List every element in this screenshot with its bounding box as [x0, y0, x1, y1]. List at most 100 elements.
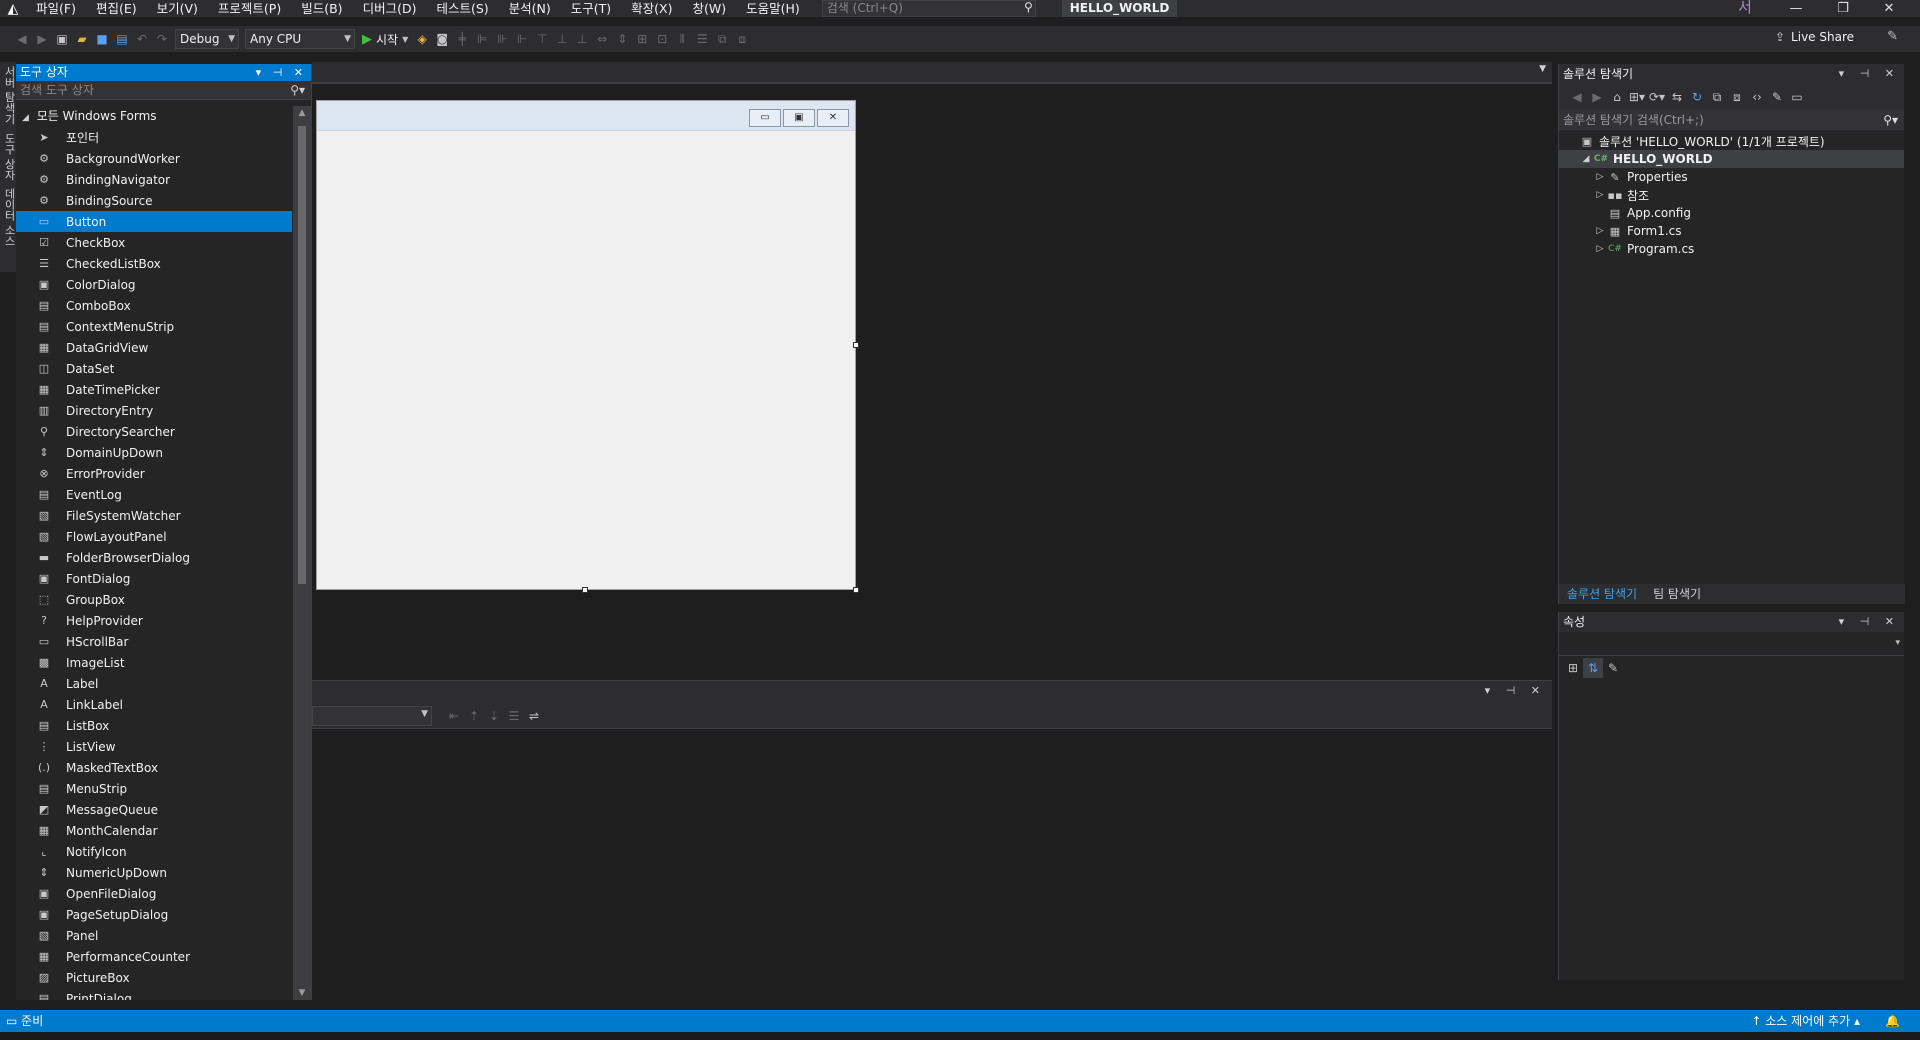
align-centers-icon[interactable]: ⊪: [492, 29, 512, 49]
redo-icon[interactable]: ↷: [152, 29, 172, 49]
expand-arrow-icon[interactable]: ◢: [1579, 154, 1593, 164]
toolbox-item[interactable]: ▭ HScrollBar: [16, 631, 292, 652]
home-icon[interactable]: ⌂: [1607, 87, 1627, 107]
toolbox-group[interactable]: ◢ 모든 Windows Forms: [16, 106, 292, 127]
close-button[interactable]: ✕: [1868, 0, 1910, 17]
toolbox-search-input[interactable]: 검색 도구 상자 ⚲▾: [16, 81, 311, 100]
horizontal-spacing-icon[interactable]: ⫴: [672, 29, 692, 49]
tree-item[interactable]: ▷ ▪▪ 참조: [1559, 186, 1904, 204]
toolbox-item[interactable]: ▣ FontDialog: [16, 568, 292, 589]
save-icon[interactable]: ■: [92, 29, 112, 49]
feedback-icon[interactable]: ✎: [1887, 29, 1898, 44]
save-all-icon[interactable]: ▤: [112, 29, 132, 49]
send-to-back-icon[interactable]: ⧈: [732, 29, 752, 49]
toolbox-item[interactable]: ⚲ DirectorySearcher: [16, 421, 292, 442]
toolbox-item[interactable]: ▤ MenuStrip: [16, 778, 292, 799]
menu-item[interactable]: 프로젝트(P): [208, 0, 291, 17]
toolbox-item[interactable]: ▧ FlowLayoutPanel: [16, 526, 292, 547]
switch-views-icon[interactable]: ⊞▾: [1627, 87, 1647, 107]
resize-handle-corner[interactable]: [853, 587, 859, 593]
alphabetical-icon[interactable]: ⇅: [1583, 658, 1603, 678]
toolbox-item[interactable]: ⚙ BindingNavigator: [16, 169, 292, 190]
new-project-icon[interactable]: ▣: [52, 29, 72, 49]
menu-item[interactable]: 편집(E): [86, 0, 147, 17]
align-bottoms-icon[interactable]: ⊥: [572, 29, 592, 49]
back-icon[interactable]: ◀: [12, 29, 32, 49]
toolbox-item[interactable]: ⇕ DomainUpDown: [16, 442, 292, 463]
properties-wrench-icon[interactable]: ✎: [1767, 87, 1787, 107]
tree-item[interactable]: ▤ App.config: [1559, 204, 1904, 222]
categorized-icon[interactable]: ⊞: [1563, 658, 1583, 678]
output-text-area[interactable]: [312, 729, 1552, 979]
toolbox-item[interactable]: ⇕ NumericUpDown: [16, 862, 292, 883]
menu-item[interactable]: 파일(F): [26, 0, 86, 17]
menu-item[interactable]: 빌드(B): [291, 0, 352, 17]
toolbox-item[interactable]: (.) MaskedTextBox: [16, 757, 292, 778]
collapse-all-icon[interactable]: ⧉: [1707, 87, 1727, 107]
toolbox-item[interactable]: ▤ ListBox: [16, 715, 292, 736]
scroll-down-icon[interactable]: ▼: [293, 988, 311, 998]
back-icon[interactable]: ◀: [1567, 87, 1587, 107]
toolbox-item[interactable]: ▣ PageSetupDialog: [16, 904, 292, 925]
toolbox-item[interactable]: ▭ Button: [16, 211, 292, 232]
platform-select[interactable]: Any CPU ▼: [245, 29, 355, 49]
expand-arrow-icon[interactable]: ▷: [1593, 226, 1607, 236]
align-middles-icon[interactable]: ⊥: [552, 29, 572, 49]
toolbox-item[interactable]: ▤ PrintDialog: [16, 988, 292, 1001]
pane-options-icons[interactable]: ▾ ⊣ ✕: [1839, 64, 1900, 84]
tree-item[interactable]: ▷ C# Program.cs: [1559, 240, 1904, 258]
scrollbar-thumb[interactable]: [298, 126, 306, 584]
screenshot-icon[interactable]: ◙: [432, 29, 452, 49]
toolbox-item[interactable]: ▤ EventLog: [16, 484, 292, 505]
align-grid-icon[interactable]: ╪: [452, 29, 472, 49]
toolbox-item[interactable]: ⌞ NotifyIcon: [16, 841, 292, 862]
quick-search-input[interactable]: 검색 (Ctrl+Q) ⚲: [821, 0, 1036, 17]
menu-item[interactable]: 창(W): [682, 0, 736, 17]
forward-icon[interactable]: ▶: [1587, 87, 1607, 107]
scroll-up-icon[interactable]: ▲: [293, 108, 311, 118]
toolbox-item[interactable]: ▧ FileSystemWatcher: [16, 505, 292, 526]
add-to-source-control-button[interactable]: ↑ 소스 제어에 추가 ▴: [1751, 1010, 1860, 1032]
forward-icon[interactable]: ▶: [32, 29, 52, 49]
toolbox-item[interactable]: ▣ ColorDialog: [16, 274, 292, 295]
menu-item[interactable]: 확장(X): [621, 0, 682, 17]
toolbox-item[interactable]: ▤ ContextMenuStrip: [16, 316, 292, 337]
properties-object-select[interactable]: ▾: [1559, 632, 1904, 656]
menu-item[interactable]: 도구(T): [561, 0, 621, 17]
toolbox-item[interactable]: ⋮ ListView: [16, 736, 292, 757]
make-same-height-icon[interactable]: ⇕: [612, 29, 632, 49]
make-same-size-icon[interactable]: ⊞: [632, 29, 652, 49]
refresh-icon[interactable]: ↻: [1687, 87, 1707, 107]
toolbox-item[interactable]: ⚙ BackgroundWorker: [16, 148, 292, 169]
expand-arrow-icon[interactable]: ▷: [1593, 190, 1607, 200]
tab-solution-explorer[interactable]: 솔루션 탐색기: [1559, 584, 1645, 604]
solution-explorer-search-input[interactable]: 솔루션 탐색기 검색(Ctrl+;) ⚲▾: [1559, 110, 1904, 130]
tree-item[interactable]: ▣ 솔루션 'HELLO_WORLD' (1/1개 프로젝트): [1559, 132, 1904, 150]
configuration-select[interactable]: Debug ▼: [175, 29, 239, 49]
toolbox-item[interactable]: ▧ Panel: [16, 925, 292, 946]
start-debugging-button[interactable]: ▶ 시작 ▼: [362, 31, 408, 48]
vertical-spacing-icon[interactable]: ☰: [692, 29, 712, 49]
sync-active-document-icon[interactable]: ⇆: [1667, 87, 1687, 107]
expand-arrow-icon[interactable]: ▷: [1593, 172, 1607, 182]
tree-item[interactable]: ▷ ✎ Properties: [1559, 168, 1904, 186]
toolbox-item[interactable]: ▤ ComboBox: [16, 295, 292, 316]
toolbox-item[interactable]: ☰ CheckedListBox: [16, 253, 292, 274]
toolbox-item[interactable]: ▦ MonthCalendar: [16, 820, 292, 841]
toolbox-item[interactable]: ▣ OpenFileDialog: [16, 883, 292, 904]
align-rights-icon[interactable]: ⊩: [512, 29, 532, 49]
find-message-icon[interactable]: ⇤: [444, 706, 464, 726]
form-designer-surface[interactable]: ▭ ▣ ✕: [312, 84, 1552, 674]
toolbox-item[interactable]: ◩ MessageQueue: [16, 799, 292, 820]
pane-options-icons[interactable]: ▾ ⊣ ✕: [1839, 612, 1900, 632]
menu-item[interactable]: 테스트(S): [426, 0, 498, 17]
toolbox-item[interactable]: ⊗ ErrorProvider: [16, 463, 292, 484]
tab-team-explorer[interactable]: 팀 탐색기: [1645, 584, 1709, 604]
toolbox-item[interactable]: ▬ FolderBrowserDialog: [16, 547, 292, 568]
clear-all-icon[interactable]: ☰: [504, 706, 524, 726]
toolbox-item[interactable]: ▥ DirectoryEntry: [16, 400, 292, 421]
undo-icon[interactable]: ↶: [132, 29, 152, 49]
previous-message-icon[interactable]: ⇡: [464, 706, 484, 726]
align-tops-icon[interactable]: ⊤: [532, 29, 552, 49]
toolbox-item[interactable]: ◫ DataSet: [16, 358, 292, 379]
